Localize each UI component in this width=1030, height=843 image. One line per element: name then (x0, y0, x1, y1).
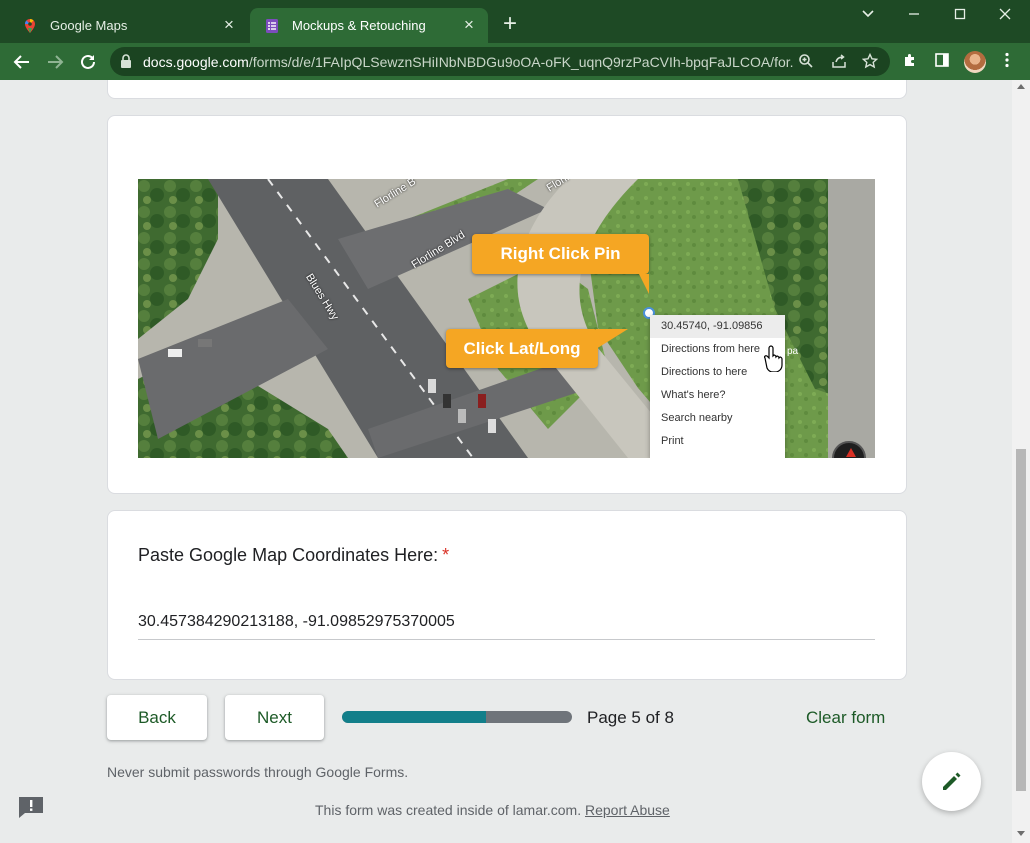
callout-right-click-pin: Right Click Pin (472, 234, 649, 294)
close-tab-icon[interactable]: × (460, 16, 478, 34)
scrollbar-thumb[interactable] (1016, 449, 1026, 791)
map-instruction-image: Blues Hwy Florline Blvd Florline B Florl… (138, 179, 875, 458)
minimize-icon[interactable] (899, 6, 929, 26)
password-warning: Never submit passwords through Google Fo… (107, 764, 409, 780)
context-menu-item: Print (661, 435, 684, 447)
back-button[interactable]: Back (107, 695, 207, 740)
instruction-image-card: Blues Hwy Florline Blvd Florline B Florl… (107, 115, 907, 494)
edit-pencil-button[interactable] (922, 752, 981, 811)
tab-title: Google Maps (50, 18, 128, 33)
previous-question-card (107, 80, 907, 99)
side-panel-icon[interactable] (932, 52, 952, 72)
profile-avatar[interactable] (964, 51, 986, 73)
maximize-icon[interactable] (945, 6, 975, 26)
forward-arrow-icon[interactable] (43, 50, 67, 74)
close-window-icon[interactable] (990, 6, 1020, 26)
scroll-down-arrow-icon[interactable] (1017, 831, 1025, 836)
google-forms-icon (266, 18, 278, 33)
reload-icon[interactable] (76, 50, 100, 74)
context-menu-item: What's here? (661, 389, 726, 401)
bookmark-star-icon[interactable] (861, 52, 879, 71)
context-menu-item-coordinates: 30.45740, -91.09856 (650, 315, 785, 338)
extensions-puzzle-icon[interactable] (900, 52, 920, 72)
pencil-icon (943, 772, 961, 790)
form-footer-note: This form was created inside of lamar.co… (315, 802, 670, 818)
form-page: Blues Hwy Florline Blvd Florline B Florl… (0, 80, 1012, 843)
coordinates-answer-input[interactable]: 30.457384290213188, -91.09852975370005 (138, 610, 875, 640)
next-button[interactable]: Next (225, 695, 324, 740)
coordinates-question-card: Paste Google Map Coordinates Here: * 30.4… (107, 510, 907, 680)
page-scrollbar[interactable] (1012, 80, 1030, 843)
question-title: Paste Google Map Coordinates Here: * (138, 545, 450, 565)
callout-click-lat-long: Click Lat/Long (446, 329, 628, 368)
google-maps-icon (25, 18, 35, 33)
url-text: docs.google.com/forms/d/e/1FAIpQLSewznSH… (143, 54, 793, 70)
report-abuse-link[interactable]: Report Abuse (585, 802, 670, 818)
context-menu-item: Search nearby (661, 412, 733, 424)
lock-icon (121, 54, 131, 68)
new-tab-plus-icon[interactable]: + (499, 12, 521, 36)
share-icon[interactable] (830, 53, 848, 71)
required-asterisk: * (442, 545, 450, 565)
tab-mockups-retouching[interactable]: Mockups & Retouching × (250, 8, 488, 43)
close-tab-icon[interactable]: × (220, 16, 238, 34)
feedback-icon[interactable] (17, 795, 45, 819)
page-count: Page 5 of 8 (587, 708, 674, 727)
tab-search-chevron-icon[interactable] (853, 6, 883, 26)
zoom-icon[interactable] (797, 53, 815, 71)
scroll-up-arrow-icon[interactable] (1017, 84, 1025, 89)
progress-bar (342, 711, 572, 723)
browser-toolbar: docs.google.com/forms/d/e/1FAIpQLSewznSH… (0, 43, 1030, 80)
progress-fill (342, 711, 486, 723)
address-bar[interactable]: docs.google.com/forms/d/e/1FAIpQLSewznSH… (110, 47, 890, 76)
tab-google-maps[interactable]: Google Maps × (8, 8, 248, 43)
tab-title: Mockups & Retouching (292, 18, 426, 33)
context-menu-overflow-text: pa (787, 346, 799, 357)
hand-cursor-icon (764, 345, 783, 372)
clear-form-button[interactable]: Clear form (806, 708, 885, 728)
tab-strip: Google Maps × Mockups & Retouching × + (0, 0, 1030, 43)
back-arrow-icon[interactable] (10, 50, 34, 74)
kebab-menu-icon[interactable] (997, 52, 1017, 72)
map-context-menu: 30.45740, -91.09856 Directions from here… (650, 315, 785, 458)
